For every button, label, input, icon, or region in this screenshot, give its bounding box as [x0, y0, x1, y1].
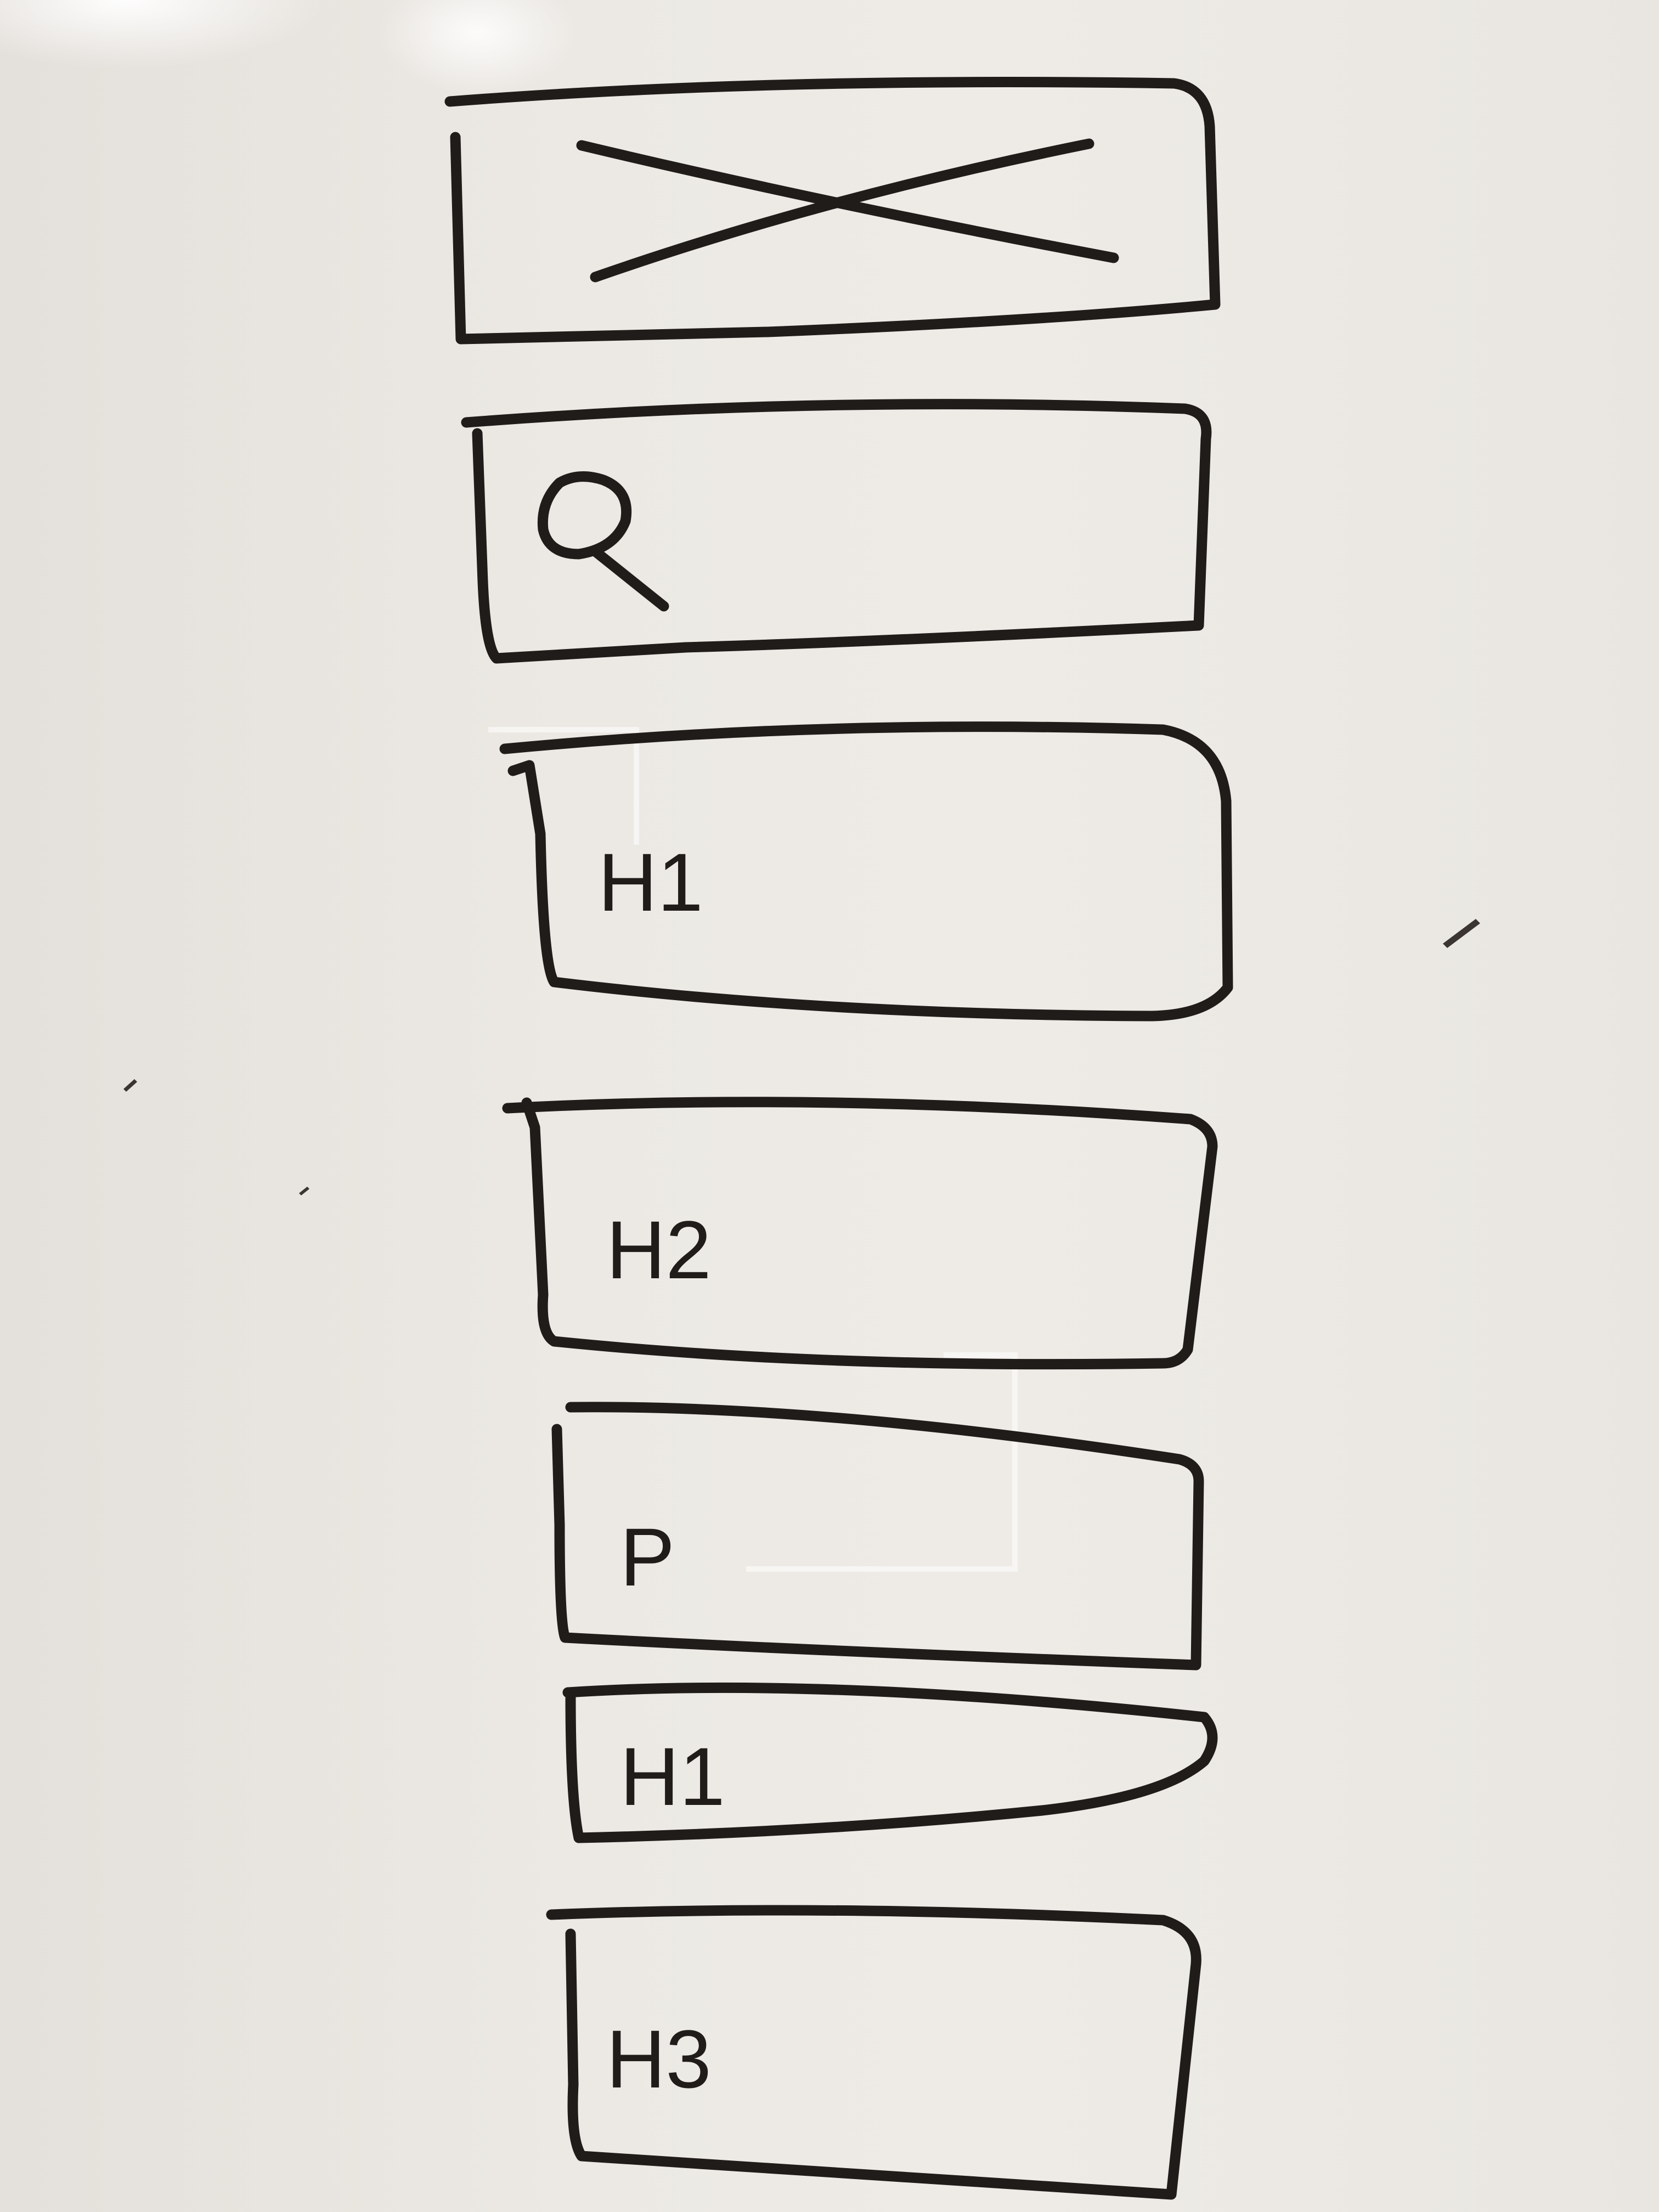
heading-3-block: H3 — [546, 1905, 1201, 2200]
image-placeholder-block — [444, 76, 1221, 345]
heading-2-block: H2 — [502, 1097, 1218, 1370]
heading-2-label: H2 — [606, 1204, 712, 1296]
heading-1b-block: H1 — [562, 1682, 1218, 1843]
cross-icon — [576, 138, 1119, 283]
marker-speck — [1443, 919, 1480, 948]
marker-speck — [123, 1079, 137, 1092]
heading-1-block: H1 — [499, 721, 1233, 1022]
heading-3-label: H3 — [606, 2013, 712, 2105]
paragraph-label: P — [620, 1511, 675, 1603]
heading-1-label: H1 — [598, 836, 703, 928]
whiteboard: H1 H2 P H1 H3 — [0, 0, 1659, 2212]
wireframe-sketch: H1 H2 P H1 H3 — [123, 76, 1480, 2200]
heading-1b-label: H1 — [620, 1730, 725, 1822]
search-icon — [537, 471, 669, 612]
paragraph-block: P — [551, 1402, 1204, 1671]
search-bar-block — [461, 399, 1212, 664]
marker-speck — [299, 1187, 309, 1195]
